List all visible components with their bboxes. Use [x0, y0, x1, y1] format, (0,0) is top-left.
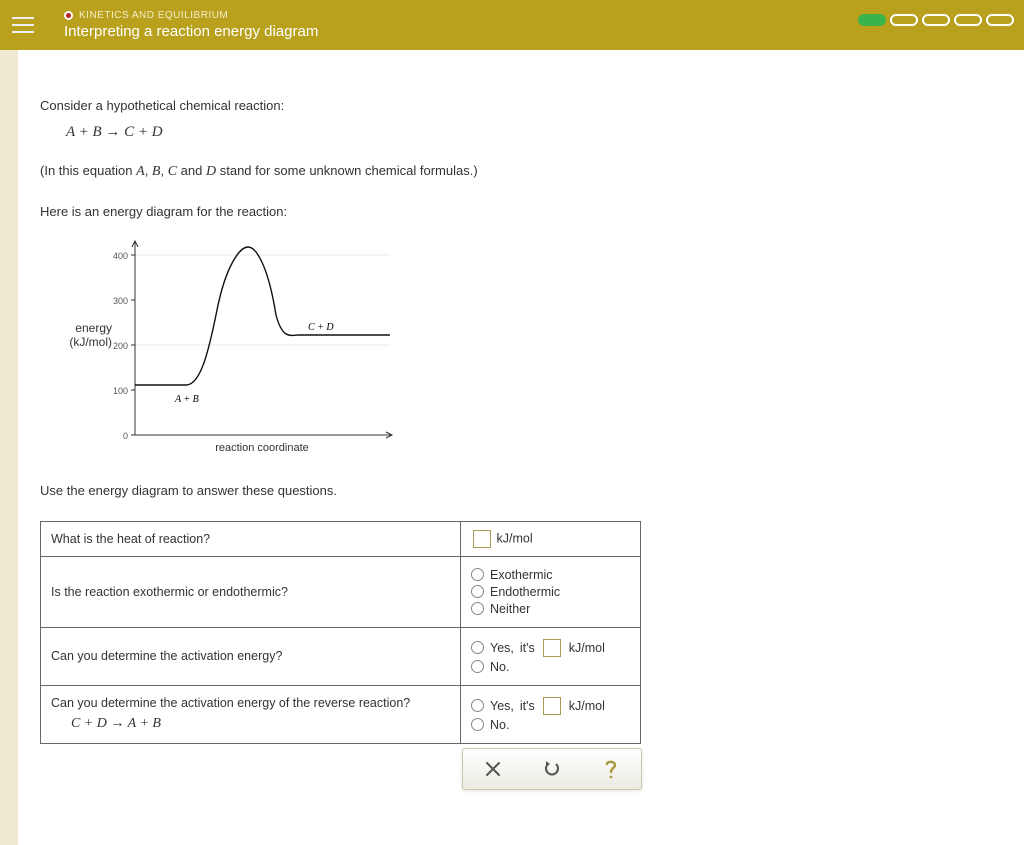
text: (In this equation	[40, 163, 136, 178]
q1-prompt: What is the heat of reaction?	[41, 521, 461, 556]
label-c-plus-d: C + D	[308, 322, 334, 333]
ytick-3: 300	[113, 296, 128, 306]
q3-answer-cell: Yes, it's kJ/mol No.	[461, 627, 641, 685]
progress-pill	[954, 14, 982, 26]
q3-radio-no[interactable]	[471, 660, 484, 673]
chart-y-axis-label: energy (kJ/mol)	[42, 321, 112, 349]
q4-prompt: Can you determine the activation energy …	[51, 696, 450, 710]
q2-prompt: Is the reaction exothermic or endothermi…	[41, 556, 461, 627]
q2-opt1: Exothermic	[490, 568, 553, 582]
label-a-plus-b: A + B	[174, 394, 199, 405]
questions-table: What is the heat of reaction? kJ/mol Is …	[40, 521, 641, 744]
action-bar	[462, 748, 642, 790]
q3-unit: kJ/mol	[569, 641, 605, 655]
header-titles: KINETICS AND EQUILIBRIUM Interpreting a …	[64, 10, 318, 40]
q4-answer-cell: Yes, it's kJ/mol No.	[461, 685, 641, 743]
energy-curve	[135, 247, 390, 385]
q4-radio-no[interactable]	[471, 718, 484, 731]
clear-button[interactable]	[480, 756, 506, 782]
var-d: D	[206, 164, 216, 179]
energy-diagram: energy (kJ/mol) 0 100 200 300 400	[90, 235, 450, 455]
reaction-equation: A + B → C + D	[66, 124, 1002, 141]
header-bar: KINETICS AND EQUILIBRIUM Interpreting a …	[0, 0, 1024, 50]
q4-unit: kJ/mol	[569, 699, 605, 713]
help-button[interactable]	[598, 756, 624, 782]
header-category: KINETICS AND EQUILIBRIUM	[64, 10, 318, 21]
q2-radio-endothermic[interactable]	[471, 585, 484, 598]
text: and	[177, 163, 206, 178]
header-title: Interpreting a reaction energy diagram	[64, 23, 318, 40]
q4-value-input[interactable]	[543, 697, 561, 715]
ylabel-2: (kJ/mol)	[42, 335, 112, 349]
text: stand for some unknown chemical formulas…	[216, 163, 478, 178]
ytick-0: 0	[123, 431, 128, 441]
menu-icon[interactable]	[12, 11, 40, 39]
ytick-1: 100	[113, 386, 128, 396]
var-c: C	[168, 164, 177, 179]
q3-prompt: Can you determine the activation energy?	[41, 627, 461, 685]
ylabel-1: energy	[42, 321, 112, 335]
q4-yes-mid: it's	[520, 699, 535, 713]
ytick-4: 400	[113, 251, 128, 261]
q2-radio-neither[interactable]	[471, 602, 484, 615]
q1-unit: kJ/mol	[496, 531, 532, 545]
intro-line-4: Use the energy diagram to answer these q…	[40, 481, 1002, 501]
q2-opt2: Endothermic	[490, 585, 560, 599]
q4-reverse-equation: C + D → A + B	[71, 716, 450, 732]
intro-line-3: Here is an energy diagram for the reacti…	[40, 202, 1002, 222]
q4-no: No.	[490, 718, 509, 732]
reset-button[interactable]	[539, 756, 565, 782]
progress-pill	[890, 14, 918, 26]
q3-no: No.	[490, 660, 509, 674]
progress-pill	[986, 14, 1014, 26]
var-a: A	[136, 164, 145, 179]
q2-opt3: Neither	[490, 602, 530, 616]
content-area: Consider a hypothetical chemical reactio…	[18, 50, 1024, 845]
q1-value-input[interactable]	[473, 530, 491, 548]
header-category-text: KINETICS AND EQUILIBRIUM	[79, 10, 228, 21]
q3-yes-pre: Yes,	[490, 641, 514, 655]
progress-pill	[922, 14, 950, 26]
undo-icon	[542, 759, 562, 779]
progress-indicator	[858, 14, 1014, 26]
help-icon	[601, 758, 621, 780]
text: ,	[145, 163, 152, 178]
chart-svg: 0 100 200 300 400	[90, 235, 410, 455]
q4-radio-yes[interactable]	[471, 699, 484, 712]
chart-x-axis-label: reaction coordinate	[215, 442, 309, 454]
q1-answer-cell: kJ/mol	[461, 521, 641, 556]
q3-value-input[interactable]	[543, 639, 561, 657]
q2-answer-cell: Exothermic Endothermic Neither	[461, 556, 641, 627]
category-dot-icon	[64, 11, 73, 20]
q4-yes-pre: Yes,	[490, 699, 514, 713]
close-icon	[484, 760, 502, 778]
q3-yes-mid: it's	[520, 641, 535, 655]
left-rail	[0, 50, 18, 845]
ytick-2: 200	[113, 341, 128, 351]
progress-pill	[858, 14, 886, 26]
text: ,	[160, 163, 167, 178]
q2-radio-exothermic[interactable]	[471, 568, 484, 581]
intro-line-2: (In this equation A, B, C and D stand fo…	[40, 161, 1002, 182]
intro-line-1: Consider a hypothetical chemical reactio…	[40, 96, 1002, 116]
q3-radio-yes[interactable]	[471, 641, 484, 654]
q4-prompt-cell: Can you determine the activation energy …	[41, 685, 461, 743]
